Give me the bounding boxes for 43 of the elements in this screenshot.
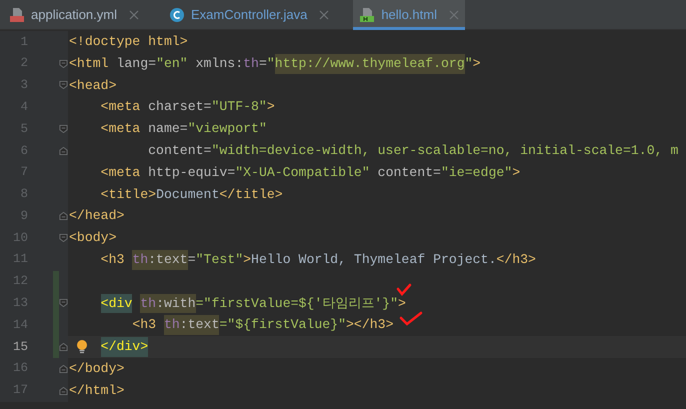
code-line: <html lang="en" xmlns:th="http://www.thymeleaf.org"> xyxy=(68,52,481,75)
fold-marker-icon[interactable] xyxy=(59,342,68,352)
fold-marker-icon[interactable] xyxy=(59,124,68,134)
tab-label: ExamController.java xyxy=(191,6,308,24)
lightbulb-icon[interactable] xyxy=(76,339,88,356)
code-line: </body> xyxy=(68,360,124,378)
close-icon[interactable] xyxy=(448,10,459,20)
fold-marker-icon[interactable] xyxy=(59,211,68,222)
yml-file-icon xyxy=(9,7,25,23)
code-line: </html> xyxy=(68,382,124,400)
tab-label: application.yml xyxy=(31,6,117,24)
tab-label: hello.html xyxy=(381,6,437,24)
fold-marker-icon[interactable] xyxy=(59,233,68,244)
code-line: <meta charset="UTF-8"> xyxy=(100,98,275,116)
close-icon[interactable] xyxy=(129,10,139,20)
close-icon[interactable] xyxy=(319,10,330,20)
editor-tab[interactable]: ExamController.java xyxy=(163,0,336,30)
editor-tab[interactable]: hello.html xyxy=(353,0,465,30)
change-marker[interactable] xyxy=(53,270,59,293)
code-line: <head> xyxy=(68,76,116,95)
fold-marker-icon[interactable] xyxy=(59,386,68,396)
fold-marker-icon[interactable] xyxy=(59,146,68,156)
editor-tab[interactable]: application.yml xyxy=(3,0,145,30)
change-marker[interactable] xyxy=(53,336,59,358)
code-line: <h3 th:text="${firstValue}"></h3> xyxy=(68,314,394,336)
code-line: <h3 th:text="Test">Hello World, Thymeleaf Project.</h3> xyxy=(68,248,536,271)
code-line: <body> xyxy=(68,229,116,248)
fold-marker-icon[interactable] xyxy=(59,298,68,308)
html-file-icon xyxy=(359,7,376,23)
fold-marker-icon[interactable] xyxy=(59,58,68,69)
code-line: </head> xyxy=(68,207,124,226)
code-line: <div th:with="firstValue=${'타임리프'}"> xyxy=(68,292,406,314)
check-mark-icon xyxy=(396,283,412,297)
fold-marker-icon[interactable] xyxy=(59,364,68,374)
class-icon xyxy=(169,7,185,23)
code-line: <!doctype html> xyxy=(68,33,188,51)
code-line: <meta name="viewport" xyxy=(100,120,267,138)
check-mark-icon xyxy=(399,311,423,327)
code-line: content="width=device-width, user-scalable=no, initial-scale=1.0, m xyxy=(147,142,678,160)
fold-marker-icon[interactable] xyxy=(59,80,68,90)
code-line: <title>Document</title> xyxy=(100,186,283,204)
code-line: <meta http-equiv="X-UA-Compatible" content="ie=edge"> xyxy=(100,164,520,182)
line-number: 15 xyxy=(12,338,28,356)
